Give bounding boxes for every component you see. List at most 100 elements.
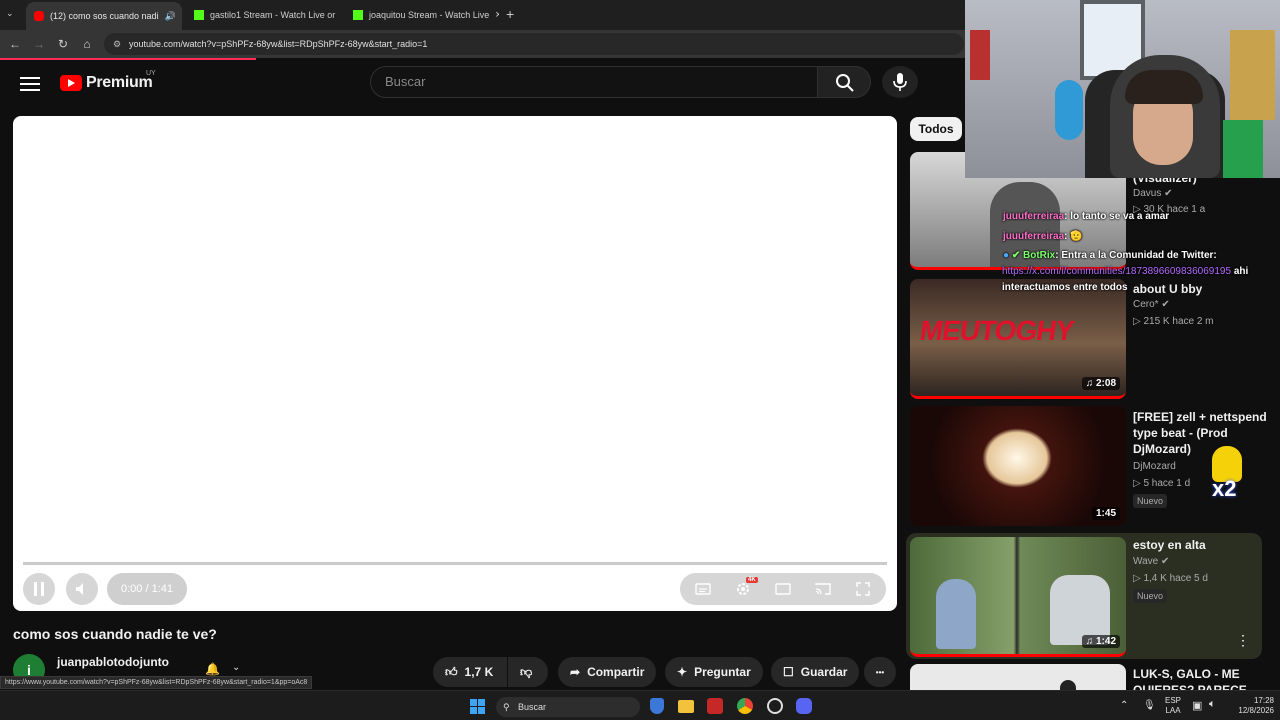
close-tab-icon[interactable]: × xyxy=(489,9,499,21)
recommendation-title[interactable]: about U bby xyxy=(1133,281,1273,297)
recommendation-meta: ▷ 215 K hace 2 m xyxy=(1133,316,1214,327)
sparkle-icon: ✦ xyxy=(677,665,688,679)
tab-gastilo1[interactable]: gastilo1 Stream - Watch Live or × xyxy=(186,4,340,26)
youtube-premium-logo[interactable]: Premium xyxy=(60,74,153,92)
logo-text: Premium xyxy=(86,74,153,91)
windows-taskbar: ⚲ Buscar ⌃ 🎙︎ ESP LAA ▣ 🔈︎ 17:28 12/8/20… xyxy=(0,690,1280,720)
bell-icon[interactable]: 🔔 xyxy=(205,662,220,676)
discord-icon[interactable] xyxy=(796,698,812,714)
x2-text: x2 xyxy=(1212,476,1237,501)
player-controls-right: 4K xyxy=(680,573,886,605)
chat-username: juuuferreiraa xyxy=(1003,211,1065,222)
kebab-menu-icon[interactable]: ⋮ xyxy=(1236,632,1250,649)
tab-search-icon[interactable]: ⌄ xyxy=(6,8,14,19)
close-tab-icon[interactable]: × xyxy=(176,10,183,22)
media-app-icon[interactable] xyxy=(707,698,723,714)
video-thumbnail[interactable]: ♫ 1:42 xyxy=(910,537,1126,657)
chevron-down-icon[interactable]: ⌄ xyxy=(232,662,240,673)
microphone-tray-icon[interactable]: 🎙︎ xyxy=(1143,700,1156,711)
save-button[interactable]: ☐ Guardar xyxy=(771,657,860,687)
share-button[interactable]: ➦ Compartir xyxy=(558,657,657,687)
recommendation-channel[interactable]: Wave ✔ xyxy=(1133,556,1169,567)
new-badge: Nuevo xyxy=(1133,494,1168,508)
clock-date: 12/8/2026 xyxy=(1238,706,1274,715)
recommendation-channel[interactable]: DjMozard xyxy=(1133,461,1176,472)
voice-search-button[interactable] xyxy=(882,66,918,98)
hamburger-menu-icon[interactable] xyxy=(20,73,40,95)
share-icon: ➦ xyxy=(570,665,581,679)
cast-icon[interactable] xyxy=(815,581,831,597)
thumbnail-person xyxy=(936,579,976,649)
language-indicator[interactable]: ESP LAA xyxy=(1165,696,1181,716)
duration-badge: ♫ 2:08 xyxy=(1081,377,1120,390)
video-thumbnail[interactable] xyxy=(910,664,1126,690)
clock[interactable]: 17:28 12/8/2026 xyxy=(1228,696,1274,716)
ask-button[interactable]: ✦ Preguntar xyxy=(665,657,763,687)
recommendation-title[interactable]: [FREE] zell + nettspend type beat - (Pro… xyxy=(1133,409,1273,457)
url-field[interactable]: ⚙ youtube.com/watch?v=pShPFz-68yw&list=R… xyxy=(104,33,964,55)
more-actions-button[interactable]: ••• xyxy=(864,657,896,687)
dislike-button[interactable]: 👎︎ xyxy=(508,657,548,687)
video-progress-bar[interactable] xyxy=(23,562,887,565)
url-text: youtube.com/watch?v=pShPFz-68yw&list=RDp… xyxy=(129,39,428,49)
reload-icon[interactable]: ↻ xyxy=(56,37,70,51)
more-icon: ••• xyxy=(875,667,885,677)
subtitles-icon[interactable] xyxy=(695,581,711,597)
recommendation-channel[interactable]: Davus ✔ xyxy=(1133,188,1173,199)
recommendation-channel[interactable]: Cero* ✔ xyxy=(1133,299,1170,310)
thumbs-up-icon: 👍︎ xyxy=(445,664,458,679)
volume-button[interactable] xyxy=(66,573,98,605)
close-tab-icon[interactable]: × xyxy=(335,9,340,21)
windows-start-icon[interactable] xyxy=(470,699,485,714)
clock-time: 17:28 xyxy=(1253,696,1274,705)
chat-text: interactuamos entre todos xyxy=(1002,282,1128,293)
forward-icon[interactable]: → xyxy=(32,37,46,51)
search-input[interactable]: Buscar xyxy=(370,66,818,98)
video-thumbnail[interactable]: 1:45 xyxy=(910,406,1126,526)
folder-icon[interactable] xyxy=(678,700,694,713)
recommendation-title[interactable]: LUK-S, GALO - ME QUIERES? PARECE QUE xyxy=(1133,666,1273,690)
kick-favicon-icon xyxy=(194,10,204,20)
tab-youtube[interactable]: (12) como sos cuando nadi 🔊 × xyxy=(26,2,182,30)
tab-label: (12) como sos cuando nadi xyxy=(50,11,159,21)
new-tab-button[interactable]: + xyxy=(506,6,514,22)
security-shield-icon[interactable] xyxy=(650,698,664,714)
search-button[interactable] xyxy=(817,66,871,98)
recommendation-title[interactable]: estoy en alta xyxy=(1133,537,1273,553)
fullscreen-icon[interactable] xyxy=(855,581,871,597)
chat-message: juuuferreiraa: 🫡 xyxy=(1003,231,1083,242)
chip-todos[interactable]: Todos xyxy=(910,117,962,141)
tab-joaquitou[interactable]: joaquitou Stream - Watch Live × xyxy=(345,4,499,26)
lang-code: ESP xyxy=(1165,696,1182,705)
home-icon[interactable]: ⌂ xyxy=(80,37,94,51)
chat-message: https://x.com/i/communities/187389660983… xyxy=(1002,266,1248,277)
page-load-progress xyxy=(0,58,256,60)
network-icon[interactable]: ▣ xyxy=(1192,699,1202,712)
share-label: Compartir xyxy=(587,665,645,679)
chat-message: interactuamos entre todos xyxy=(1002,282,1128,293)
quality-badge: 4K xyxy=(746,577,758,583)
channel-name[interactable]: juanpablotodojunto xyxy=(57,655,169,669)
like-button[interactable]: 👍︎ 1,7 K xyxy=(433,657,507,687)
chat-text: : 🫡 xyxy=(1064,231,1083,242)
app-icon[interactable] xyxy=(767,698,783,714)
tray-overflow-icon[interactable]: ⌃ xyxy=(1120,700,1128,711)
chrome-icon[interactable] xyxy=(737,698,753,714)
kick-favicon-icon xyxy=(353,10,363,20)
site-info-icon[interactable]: ⚙ xyxy=(113,33,121,55)
volume-tray-icon[interactable]: 🔈︎ xyxy=(1209,698,1216,711)
microphone-icon xyxy=(893,73,907,91)
chat-username: juuuferreiraa xyxy=(1003,231,1065,242)
video-player[interactable]: 0:00 / 1:41 4K xyxy=(13,116,897,611)
layout-code: LAA xyxy=(1165,706,1181,715)
video-thumbnail[interactable]: MEUTOGHY ♫ 2:08 xyxy=(910,279,1126,399)
verified-icon: ✔ xyxy=(1161,299,1170,310)
status-bar-url: https://www.youtube.com/watch?v=pShPFz-6… xyxy=(0,676,313,689)
taskbar-search[interactable]: ⚲ Buscar xyxy=(496,697,640,717)
theater-mode-icon[interactable] xyxy=(775,581,791,597)
back-icon[interactable]: ← xyxy=(8,37,22,51)
webcam-figure-blue xyxy=(1055,80,1083,140)
chat-link[interactable]: https://x.com/i/communities/187389660983… xyxy=(1002,266,1231,277)
play-pause-button[interactable] xyxy=(23,573,55,605)
settings-gear-icon[interactable] xyxy=(735,581,751,597)
